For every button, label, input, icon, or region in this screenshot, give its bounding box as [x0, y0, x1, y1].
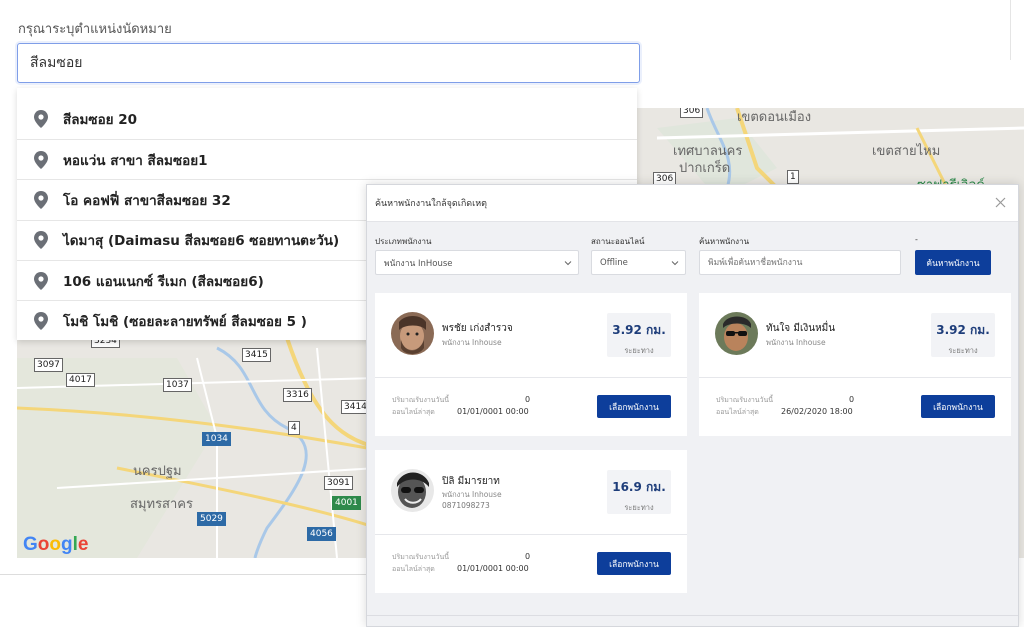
jobs-today-value: 0 — [525, 395, 531, 404]
employee-search-label: ค้นหาพนักงาน — [699, 237, 750, 246]
last-online-value: 26/02/2020 18:00 — [781, 407, 853, 416]
last-online-label: ออนไลน์ล่าสุด — [392, 565, 435, 573]
modal-footer-divider — [367, 615, 1018, 616]
location-label: กรุณาระบุตำแหน่งนัดหมาย — [18, 22, 172, 37]
road-shield: 1 — [787, 170, 799, 184]
road-shield: 4017 — [66, 373, 95, 387]
select-employee-button[interactable]: เลือกพนักงาน — [597, 552, 671, 575]
road-shield: 4056 — [307, 527, 336, 541]
select-employee-button[interactable]: เลือกพนักงาน — [921, 395, 995, 418]
jobs-today-value: 0 — [525, 552, 531, 561]
google-logo: Google — [23, 534, 89, 555]
distance-box: 3.92 กม. ระยะทาง — [607, 313, 671, 357]
distance-box: 3.92 กม. ระยะทาง — [931, 313, 995, 357]
road-shield: 1034 — [202, 432, 231, 446]
place-label: เขตดอนเมือง — [737, 110, 812, 125]
suggestion-text: หอแว่น สาขา สีลมซอย1 — [63, 152, 208, 169]
location-pin-icon — [34, 311, 48, 330]
jobs-today-label: ปริมาณรับงานวันนี้ — [392, 553, 450, 561]
suggestion-text: 106 แอนเนกซ์ รีเมก (สีลมซอย6) — [63, 273, 264, 290]
suggestion-text: สีลมซอย 20 — [63, 112, 138, 128]
suggestion-text: โมชิ โมชิ (ซอยละลายทรัพย์ สีลมซอย 5 ) — [63, 313, 307, 330]
road-shield: 306 — [680, 108, 704, 118]
distance-label: ระยะทาง — [948, 346, 978, 355]
jobs-today-label: ปริมาณรับงานวันนี้ — [392, 396, 450, 404]
employee-search-modal: ค้นหาพนักงานใกล้จุดเกิดเหตุ ประเภทพนักงา… — [366, 184, 1019, 627]
location-pin-icon — [34, 110, 48, 128]
location-pin-icon — [34, 150, 48, 169]
road-shield: 4001 — [332, 496, 361, 510]
last-online-value: 01/01/0001 00:00 — [457, 407, 529, 416]
road-shield: 3316 — [283, 388, 312, 402]
jobs-today-label: ปริมาณรับงานวันนี้ — [716, 396, 774, 404]
jobs-today-value: 0 — [849, 395, 855, 404]
select-employee-button[interactable]: เลือกพนักงาน — [597, 395, 671, 418]
place-label: สมุทรสาคร — [130, 497, 193, 512]
last-online-value: 01/01/0001 00:00 — [457, 564, 529, 573]
avatar — [391, 469, 434, 512]
employee-type: พนักงาน Inhouse — [442, 338, 502, 347]
location-pin-icon — [34, 190, 48, 209]
distance-label: ระยะทาง — [624, 503, 654, 512]
employee-type: พนักงาน Inhouse — [442, 490, 502, 499]
road-shield: 4 — [288, 421, 300, 435]
close-icon[interactable] — [995, 197, 1006, 208]
employee-search-input[interactable] — [699, 250, 901, 275]
divider — [1010, 0, 1011, 60]
online-status-select[interactable]: Offline — [591, 250, 686, 275]
employee-card: ทันใจ มีเงินหมื่น พนักงาน Inhouse 3.92 ก… — [699, 293, 1011, 436]
distance-value: 3.92 กม. — [936, 323, 990, 337]
location-pin-icon — [34, 231, 48, 250]
road-shield: 3097 — [34, 358, 63, 372]
employee-name: ปิลิ มีมารยาท — [442, 476, 500, 487]
location-search-input[interactable] — [17, 43, 640, 83]
search-employee-button[interactable]: ค้นหาพนักงาน — [915, 250, 991, 275]
employee-type: พนักงาน Inhouse — [766, 338, 826, 347]
place-label: นครปฐม — [133, 464, 182, 479]
road-shield: 3415 — [242, 348, 271, 362]
employee-name: พรชัย เก่งสำรวจ — [442, 323, 513, 334]
employee-card: ปิลิ มีมารยาท พนักงาน Inhouse 0871098273… — [375, 450, 687, 593]
divider — [0, 574, 366, 575]
employee-type-label: ประเภทพนักงาน — [375, 237, 432, 246]
suggestion-item[interactable]: หอแว่น สาขา สีลมซอย1 — [17, 139, 637, 179]
location-pin-icon — [34, 271, 48, 290]
employee-phone: 0871098273 — [442, 501, 490, 510]
last-online-label: ออนไลน์ล่าสุด — [392, 408, 435, 416]
avatar — [391, 312, 434, 355]
distance-box: 16.9 กม. ระยะทาง — [607, 470, 671, 514]
online-status-label: สถานะออนไลน์ — [591, 237, 645, 246]
employee-type-value: พนักงาน InHouse — [384, 258, 453, 269]
avatar — [715, 312, 758, 355]
suggestion-item[interactable]: สีลมซอย 20 — [17, 88, 637, 139]
distance-label: ระยะทาง — [624, 346, 654, 355]
employee-card: พรชัย เก่งสำรวจ พนักงาน Inhouse 3.92 กม.… — [375, 293, 687, 436]
road-shield: 1037 — [163, 378, 192, 392]
employee-type-select[interactable]: พนักงาน InHouse — [375, 250, 579, 275]
road-shield: 5029 — [197, 512, 226, 526]
dash-label: - — [915, 235, 918, 244]
online-status-value: Offline — [600, 257, 628, 268]
suggestion-text: ไดมาสุ (Daimasu สีลมซอย6 ซอยทานตะวัน) — [63, 233, 340, 250]
road-shield: 3091 — [324, 476, 353, 490]
modal-title: ค้นหาพนักงานใกล้จุดเกิดเหตุ — [375, 199, 487, 209]
chevron-down-icon — [671, 261, 679, 266]
last-online-label: ออนไลน์ล่าสุด — [716, 408, 759, 416]
employee-name: ทันใจ มีเงินหมื่น — [766, 323, 836, 334]
distance-value: 3.92 กม. — [612, 323, 666, 337]
place-label: เขตสายไหม — [872, 144, 941, 159]
chevron-down-icon — [564, 261, 572, 266]
suggestion-text: โอ คอฟฟี่ สาขาสีลมซอย 32 — [63, 192, 231, 209]
distance-value: 16.9 กม. — [612, 480, 666, 494]
modal-header: ค้นหาพนักงานใกล้จุดเกิดเหตุ — [367, 185, 1018, 222]
place-label: ปากเกร็ด — [679, 161, 731, 176]
